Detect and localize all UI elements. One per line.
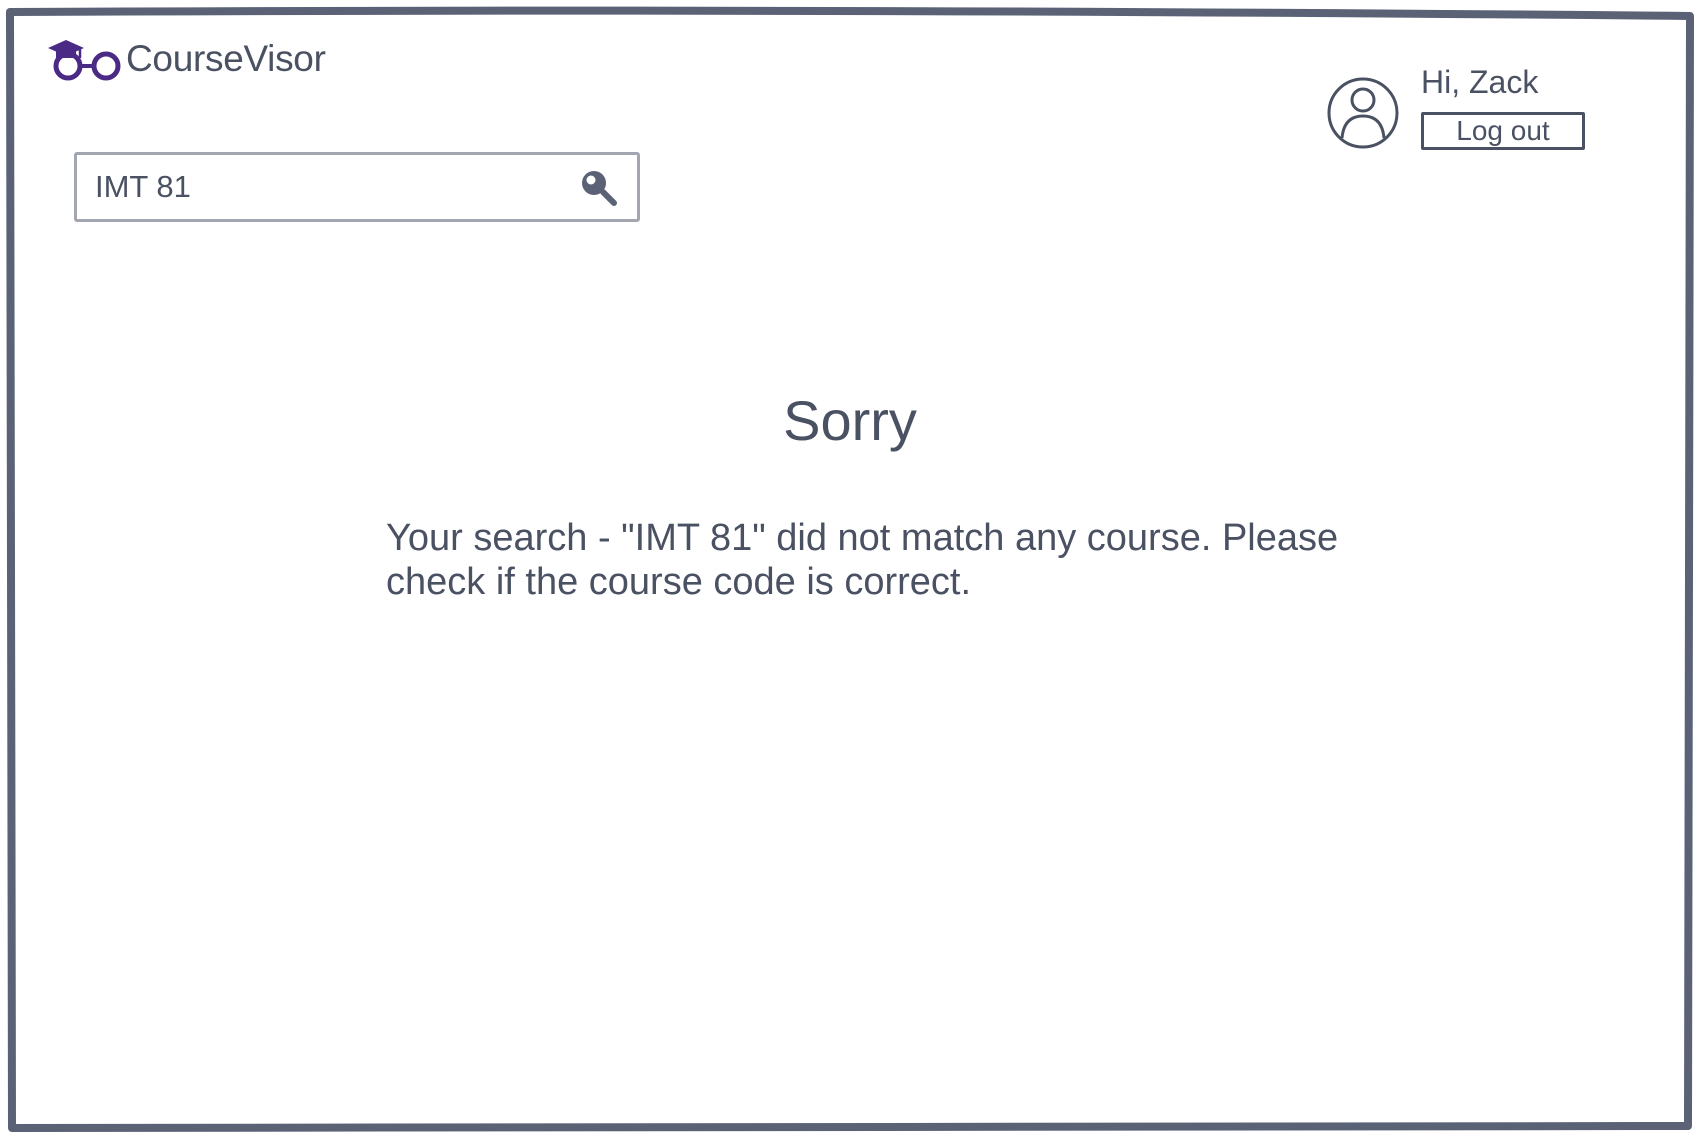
logo[interactable]: CourseVisor <box>44 36 326 82</box>
user-greeting: Hi, Zack <box>1421 64 1539 100</box>
search-box <box>74 152 640 222</box>
app-window: CourseVisor Hi, Zack Log out Sorry Your … <box>6 6 1694 1132</box>
error-title: Sorry <box>783 389 917 452</box>
error-message: Your search - "IMT 81" did not match any… <box>386 517 1339 603</box>
brand-name: CourseVisor <box>126 38 326 79</box>
search-icon[interactable] <box>579 168 619 208</box>
search-input[interactable] <box>95 155 535 219</box>
logout-button[interactable]: Log out <box>1421 112 1585 150</box>
user-avatar-icon[interactable] <box>1326 76 1400 150</box>
graduation-cap-glasses-icon <box>48 40 121 81</box>
